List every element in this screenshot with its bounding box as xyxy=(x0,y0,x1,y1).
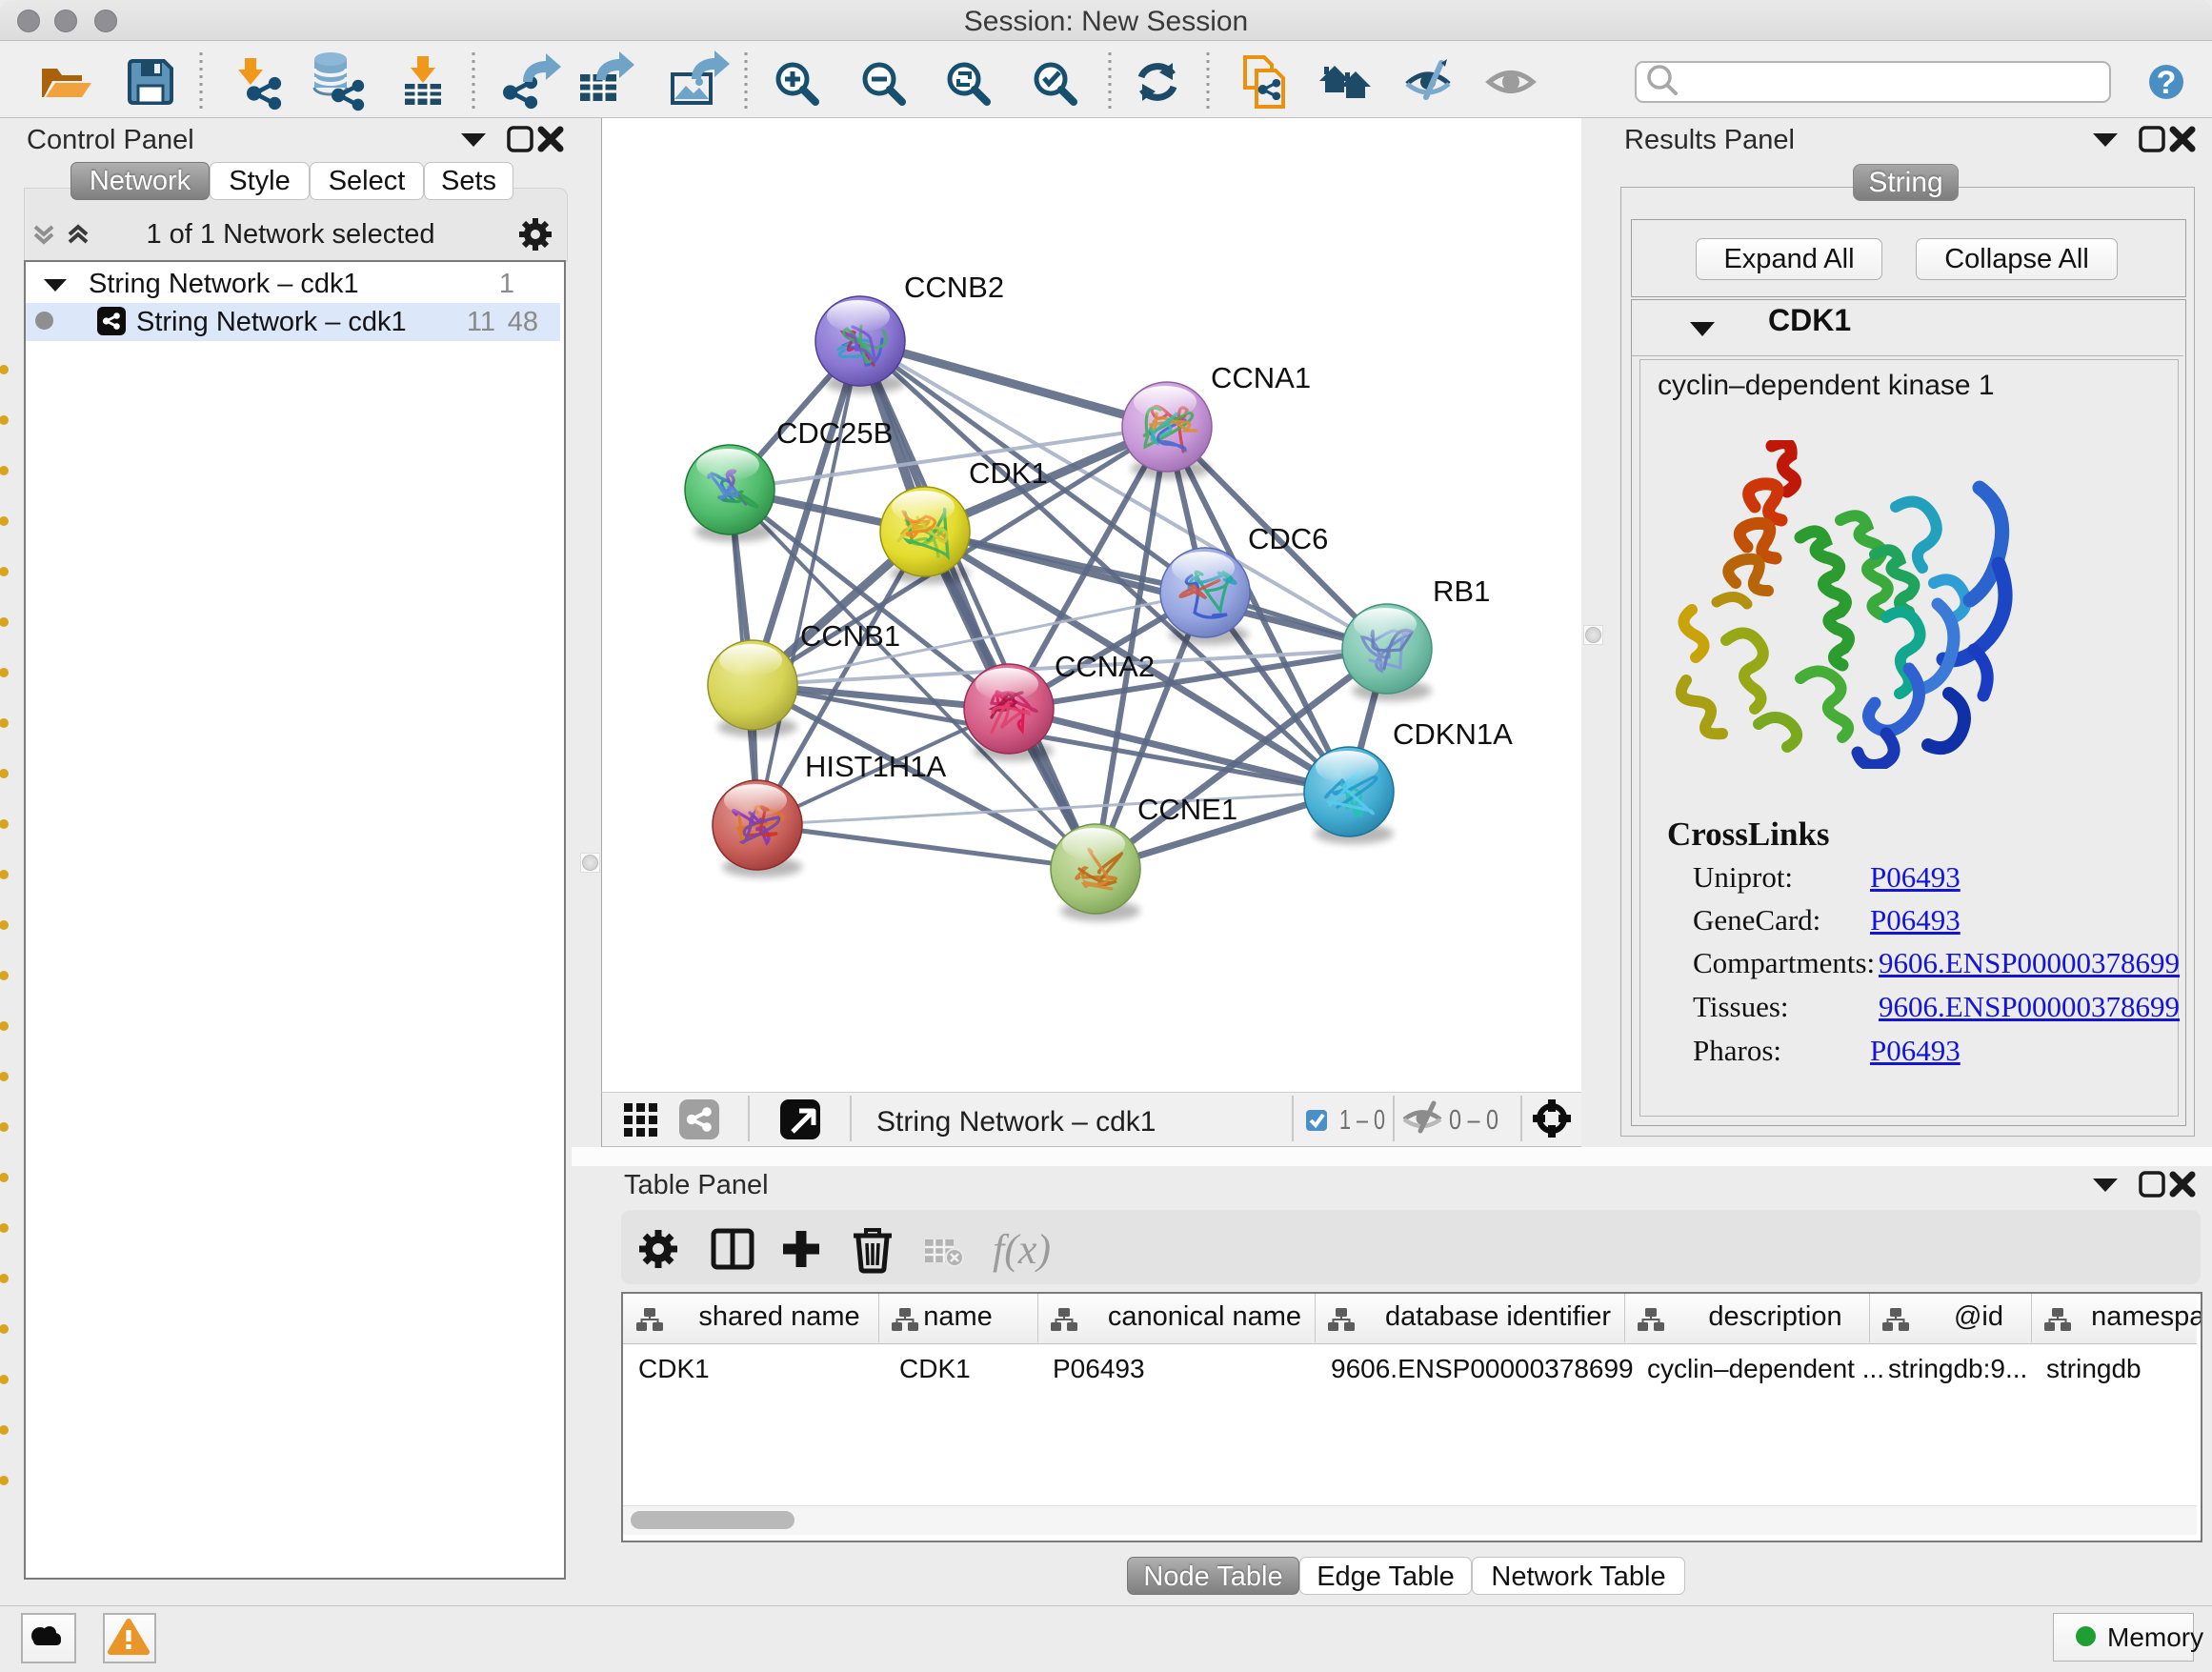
svg-text:CDC25B: CDC25B xyxy=(776,416,893,450)
svg-text:CDK1: CDK1 xyxy=(969,456,1048,490)
svg-text:RB1: RB1 xyxy=(1433,574,1490,608)
svg-text:CDC6: CDC6 xyxy=(1248,522,1328,555)
svg-text:HIST1H1A: HIST1H1A xyxy=(805,750,946,783)
svg-text:CCNA1: CCNA1 xyxy=(1211,361,1311,394)
svg-text:CCNA2: CCNA2 xyxy=(1055,650,1155,683)
svg-text:1 – 0: 1 – 0 xyxy=(1339,1105,1385,1136)
svg-text:f(x): f(x) xyxy=(993,1226,1051,1273)
svg-text:CCNB2: CCNB2 xyxy=(904,271,1004,304)
svg-text:?: ? xyxy=(2157,65,2177,101)
svg-text:String Network – cdk1: String Network – cdk1 xyxy=(876,1106,1156,1138)
svg-text:CCNB1: CCNB1 xyxy=(800,619,900,653)
svg-text:CCNE1: CCNE1 xyxy=(1137,793,1237,826)
svg-text:CDKN1A: CDKN1A xyxy=(1393,717,1513,751)
svg-text:0 – 0: 0 – 0 xyxy=(1449,1105,1498,1136)
